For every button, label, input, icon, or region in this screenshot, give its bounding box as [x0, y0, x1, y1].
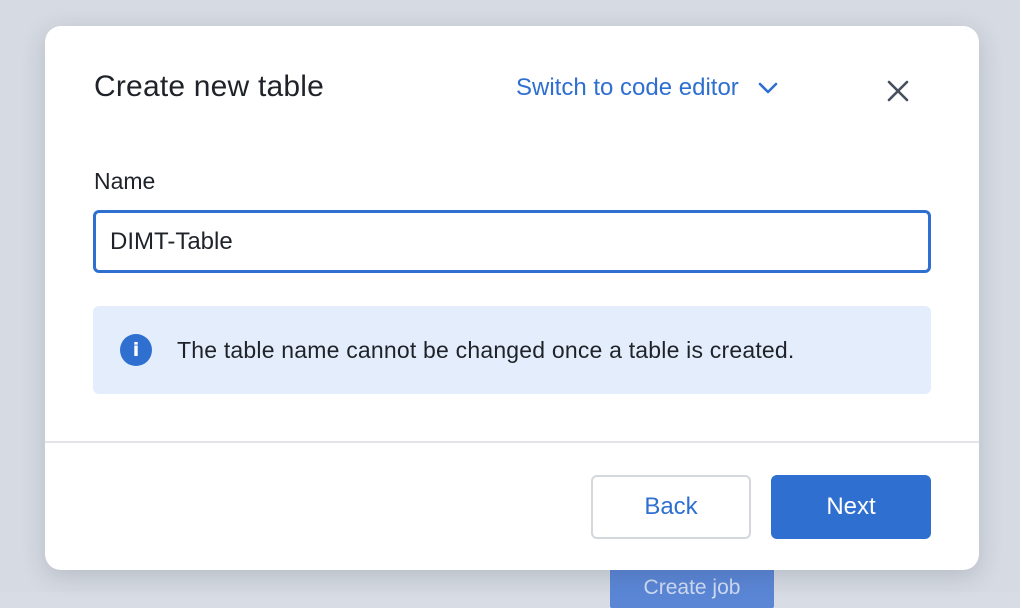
dialog-title: Create new table — [94, 70, 325, 103]
back-button[interactable]: Back — [591, 475, 751, 539]
close-button[interactable] — [883, 76, 913, 106]
switch-link-label: Switch to code editor — [516, 74, 739, 101]
chevron-down-icon — [758, 82, 778, 94]
switch-to-code-editor-link[interactable]: Switch to code editor — [516, 74, 779, 102]
table-name-input[interactable] — [93, 210, 931, 273]
background-create-job-button: Create job — [610, 568, 774, 608]
close-icon — [887, 80, 909, 102]
create-table-dialog: Create new table Switch to code editor N… — [45, 26, 979, 570]
next-button[interactable]: Next — [771, 475, 931, 539]
info-banner: i The table name cannot be changed once … — [93, 306, 931, 394]
footer-divider — [45, 441, 979, 443]
info-message: The table name cannot be changed once a … — [177, 336, 795, 363]
info-icon: i — [120, 334, 152, 366]
name-field-label: Name — [94, 168, 156, 194]
